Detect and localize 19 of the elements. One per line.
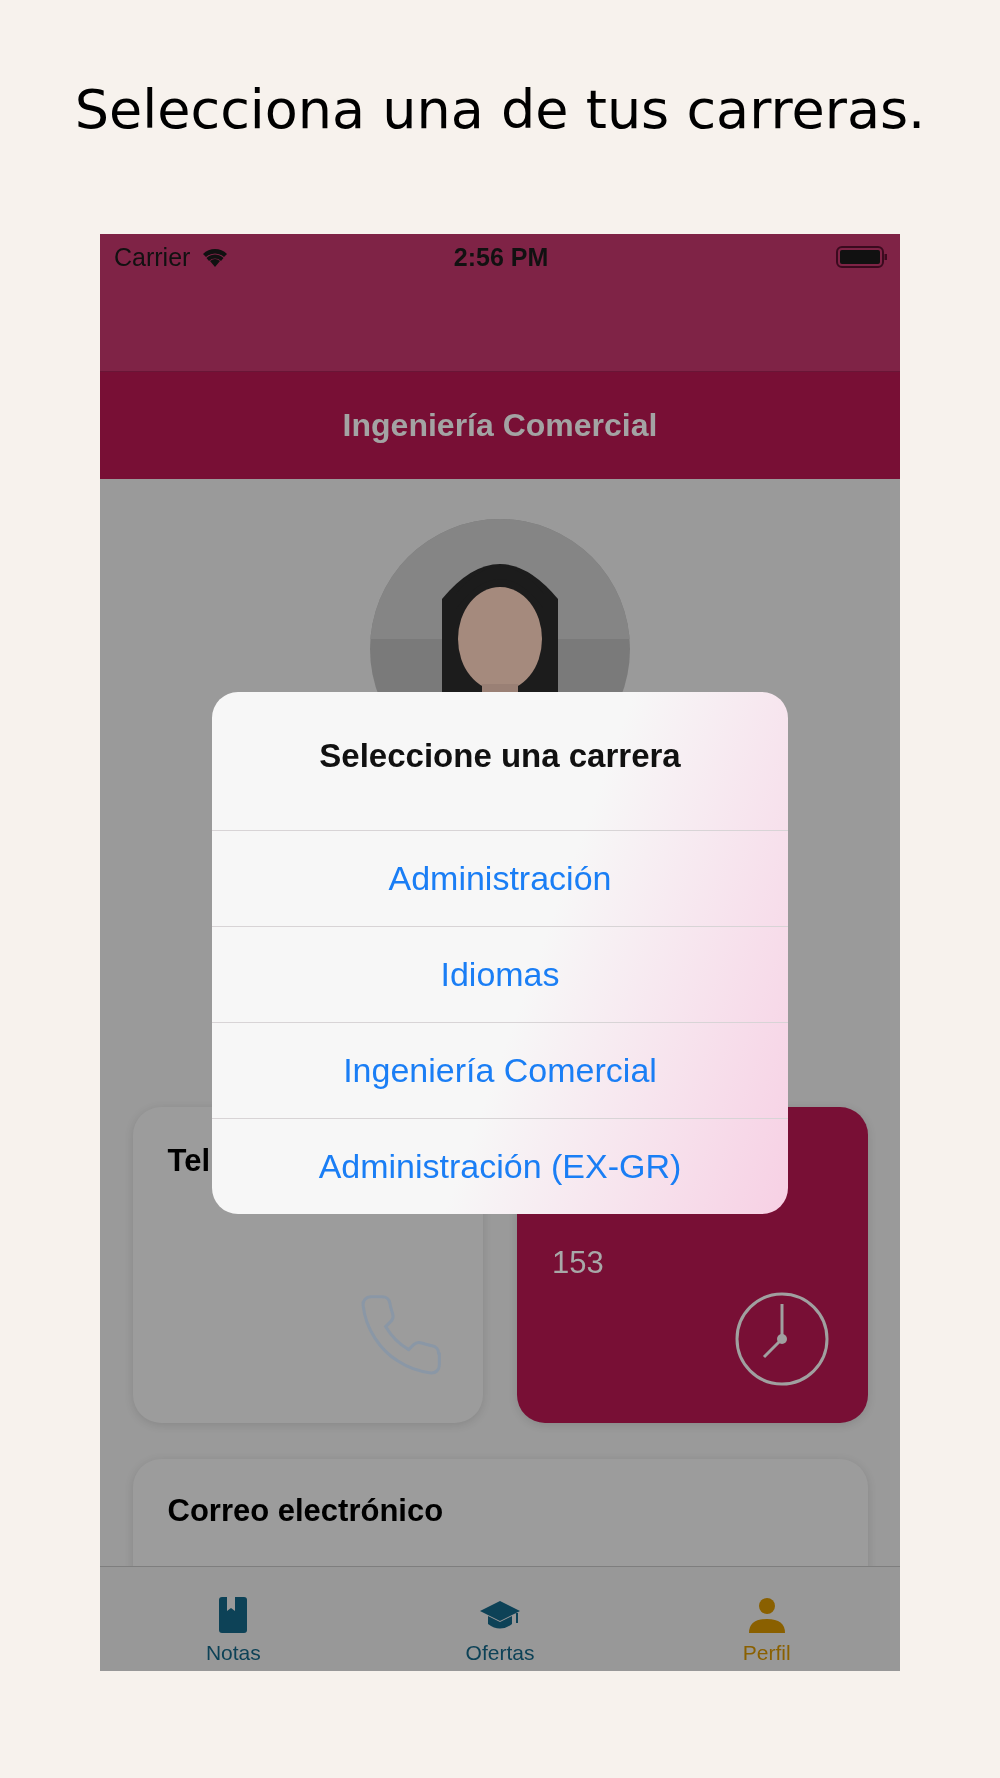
- card-value: 153: [552, 1245, 605, 1281]
- tab-item[interactable]: Notas: [100, 1567, 367, 1671]
- carrier-label: Carrier: [114, 242, 191, 272]
- clock-icon: [733, 1291, 830, 1387]
- option-button[interactable]: Idiomas: [212, 926, 788, 1022]
- option-button[interactable]: Ingeniería Comercial: [212, 1022, 788, 1118]
- battery-icon: [836, 246, 888, 268]
- option-button[interactable]: Administración: [212, 830, 788, 926]
- option-button[interactable]: Administración (EX-GR): [212, 1118, 788, 1214]
- nav-title: Ingeniería Comercial: [342, 407, 658, 444]
- card-title: Correo electrónico: [167, 1493, 445, 1529]
- status-time: 2:56 PM: [453, 242, 549, 272]
- tab-item[interactable]: Ofertas: [366, 1567, 634, 1671]
- book-icon: [219, 1597, 248, 1633]
- dialog-title: Seleccione una carrera: [318, 736, 682, 776]
- tab-item[interactable]: Perfil: [633, 1567, 900, 1671]
- card-title: Tel: [167, 1143, 210, 1178]
- page-heading: Selecciona una de tus carreras.: [74, 77, 926, 143]
- person-icon: [746, 1597, 787, 1633]
